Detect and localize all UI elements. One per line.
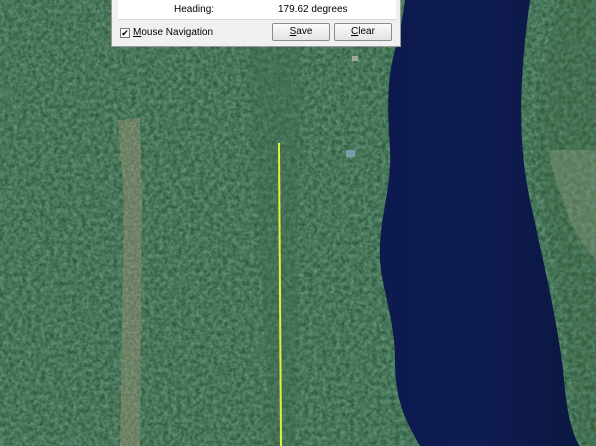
map-imagery bbox=[0, 0, 596, 446]
building bbox=[352, 56, 358, 61]
mouse-navigation-label: Mouse Navigation bbox=[133, 27, 214, 38]
building bbox=[346, 150, 355, 157]
mouse-navigation-option[interactable]: ✔ Mouse Navigation bbox=[120, 27, 213, 38]
satellite-map-view[interactable] bbox=[0, 0, 596, 446]
save-button[interactable]: Save bbox=[272, 23, 330, 41]
heading-value: 179.62 degrees bbox=[278, 4, 348, 15]
ruler-dialog: Heading: 179.62 degrees ✔ Mouse Navigati… bbox=[111, 0, 401, 47]
save-button-label: Save bbox=[289, 26, 313, 37]
heading-label: Heading: bbox=[174, 4, 215, 15]
mouse-navigation-checkbox[interactable]: ✔ bbox=[120, 27, 130, 38]
heading-row: Heading: 179.62 degrees bbox=[118, 0, 396, 20]
clear-button-label: Clear bbox=[351, 26, 375, 37]
clear-button[interactable]: Clear bbox=[334, 23, 392, 41]
